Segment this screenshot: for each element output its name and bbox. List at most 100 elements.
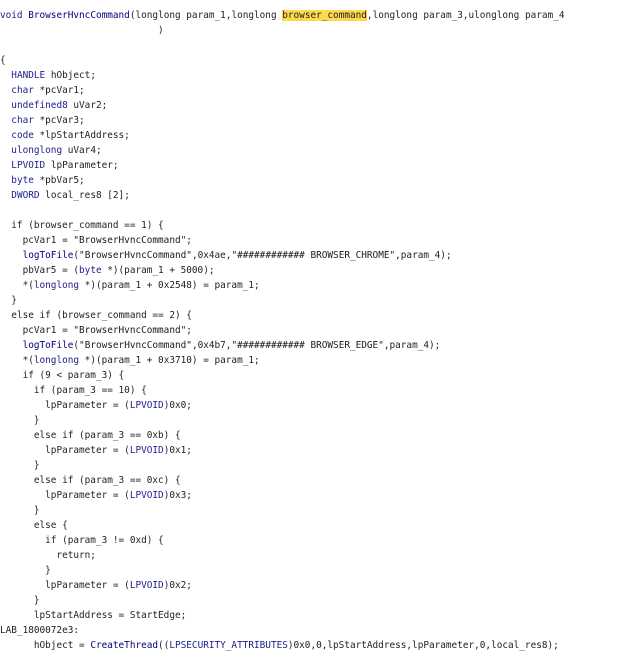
code-line[interactable]: lpParameter = (LPVOID)0x2;	[0, 579, 192, 592]
code-token: lpParameter = (	[0, 580, 130, 591]
code-token: ((	[158, 640, 170, 651]
code-line[interactable]: ulonglong uVar4;	[0, 144, 102, 157]
code-line[interactable]: char *pcVar1;	[0, 84, 85, 97]
code-token: if (param_3 == 10) {	[0, 385, 147, 396]
code-token: uVar2;	[67, 100, 108, 111]
code-line[interactable]: pbVar5 = (byte *)(param_1 + 5000);	[0, 264, 215, 277]
code-token: LPVOID	[129, 490, 164, 501]
code-line[interactable]: LAB_1800072e3:	[0, 624, 79, 637]
code-token: "BrowserHvncCommand"	[73, 235, 187, 246]
highlighted-token: browser_command	[282, 10, 367, 21]
code-token: else if (param_3 == 0xc) {	[0, 475, 181, 486]
code-token: pcVar1 =	[0, 235, 74, 246]
code-line[interactable]: )	[0, 24, 164, 37]
code-token: "############ BROWSER_CHROME"	[231, 250, 396, 261]
code-token: *pcVar1;	[33, 85, 85, 96]
code-token: lpParameter = (	[0, 400, 130, 411]
code-line[interactable]: if (param_3 != 0xd) {	[0, 534, 164, 547]
code-line[interactable]: else {	[0, 519, 68, 532]
code-line[interactable]: else if (param_3 == 0xc) {	[0, 474, 181, 487]
code-token: "BrowserHvncCommand"	[73, 325, 187, 336]
code-token: LPVOID	[129, 400, 164, 411]
code-token: *)(param_1 + 5000);	[101, 265, 215, 276]
code-line[interactable]: if (param_3 == 10) {	[0, 384, 147, 397]
code-token: code	[11, 130, 34, 141]
code-token: else if (param_3 == 0xb) {	[0, 430, 181, 441]
code-token: "############ BROWSER_EDGE"	[231, 340, 384, 351]
code-token: ;	[186, 325, 192, 336]
code-line[interactable]: undefined8 uVar2;	[0, 99, 107, 112]
code-line[interactable]: HANDLE hObject;	[0, 69, 96, 82]
code-token: }	[0, 460, 40, 471]
code-line[interactable]: else if (browser_command == 2) {	[0, 309, 192, 322]
code-line[interactable]: *(longlong *)(param_1 + 0x3710) = param_…	[0, 354, 260, 367]
code-line[interactable]: }	[0, 294, 17, 307]
code-token: ,0x4b7,	[191, 340, 232, 351]
code-line[interactable]: pcVar1 = "BrowserHvncCommand";	[0, 324, 192, 337]
code-line[interactable]: char *pcVar3;	[0, 114, 85, 127]
code-token: if (param_3 != 0xd) {	[0, 535, 164, 546]
code-line[interactable]: }	[0, 414, 40, 427]
code-line[interactable]: DWORD local_res8 [2];	[0, 189, 130, 202]
code-line[interactable]: lpParameter = (LPVOID)0x0;	[0, 399, 192, 412]
code-token: ;	[186, 235, 192, 246]
code-token: pcVar1 =	[0, 325, 74, 336]
code-line[interactable]: logToFile("BrowserHvncCommand",0x4ae,"##…	[0, 249, 452, 262]
code-token: ,0x4ae,	[191, 250, 232, 261]
code-token: *)(param_1 + 0x2548) = param_1;	[79, 280, 260, 291]
decompiler-code-view[interactable]: void BrowserHvncCommand(longlong param_1…	[0, 0, 624, 651]
code-token: undefined8	[11, 100, 68, 111]
code-token: *lpStartAddress;	[33, 130, 130, 141]
code-line[interactable]: lpParameter = (LPVOID)0x1;	[0, 444, 192, 457]
code-line[interactable]: if (browser_command == 1) {	[0, 219, 164, 232]
code-line[interactable]: lpParameter = (LPVOID)0x3;	[0, 489, 192, 502]
code-line[interactable]: return;	[0, 549, 96, 562]
code-token: lpParameter = (	[0, 490, 130, 501]
code-line[interactable]: *(longlong *)(param_1 + 0x2548) = param_…	[0, 279, 260, 292]
code-token: CreateThread	[90, 640, 159, 651]
code-token: )0x0;	[163, 400, 192, 411]
code-line[interactable]: lpStartAddress = StartEdge;	[0, 609, 186, 622]
code-line[interactable]: code *lpStartAddress;	[0, 129, 130, 142]
code-token: if (9 < param_3) {	[0, 370, 125, 381]
code-token: else {	[0, 520, 68, 531]
code-line[interactable]: }	[0, 459, 40, 472]
code-token: uVar4;	[62, 145, 102, 156]
code-line[interactable]: void BrowserHvncCommand(longlong param_1…	[0, 9, 564, 22]
code-token: if (browser_command == 1) {	[0, 220, 164, 231]
code-token: *(	[0, 355, 34, 366]
code-token: void	[0, 10, 29, 21]
code-line[interactable]: logToFile("BrowserHvncCommand",0x4b7,"##…	[0, 339, 441, 352]
code-token: BrowserHvncCommand	[28, 10, 130, 21]
code-token: (longlong param_1,longlong	[129, 10, 283, 21]
code-line[interactable]: if (9 < param_3) {	[0, 369, 125, 382]
code-token: longlong	[33, 280, 80, 291]
code-line[interactable]: else if (param_3 == 0xb) {	[0, 429, 181, 442]
code-token: logToFile	[22, 250, 74, 261]
code-token: else if (browser_command == 2) {	[0, 310, 192, 321]
code-line[interactable]: {	[0, 54, 6, 67]
code-token: lpParameter;	[45, 160, 119, 171]
code-token: byte	[79, 265, 102, 276]
code-token: logToFile	[22, 340, 74, 351]
code-token: }	[0, 415, 40, 426]
code-line[interactable]: pcVar1 = "BrowserHvncCommand";	[0, 234, 192, 247]
code-line[interactable]: }	[0, 594, 40, 607]
code-line[interactable]: }	[0, 564, 51, 577]
code-token: *pcVar3;	[33, 115, 85, 126]
code-token: DWORD	[11, 190, 40, 201]
code-line[interactable]: hObject = CreateThread((LPSECURITY_ATTRI…	[0, 639, 559, 652]
code-token: lpStartAddress = StartEdge;	[0, 610, 187, 621]
code-line[interactable]: }	[0, 504, 40, 517]
code-line[interactable]: LPVOID lpParameter;	[0, 159, 119, 172]
code-token: )0x1;	[163, 445, 192, 456]
code-token: char	[11, 85, 34, 96]
code-token: ,param_4);	[395, 250, 452, 261]
code-line[interactable]: byte *pbVar5;	[0, 174, 84, 187]
code-token: byte	[11, 175, 34, 186]
code-token: }	[0, 565, 51, 576]
code-token: hObject;	[45, 70, 96, 81]
